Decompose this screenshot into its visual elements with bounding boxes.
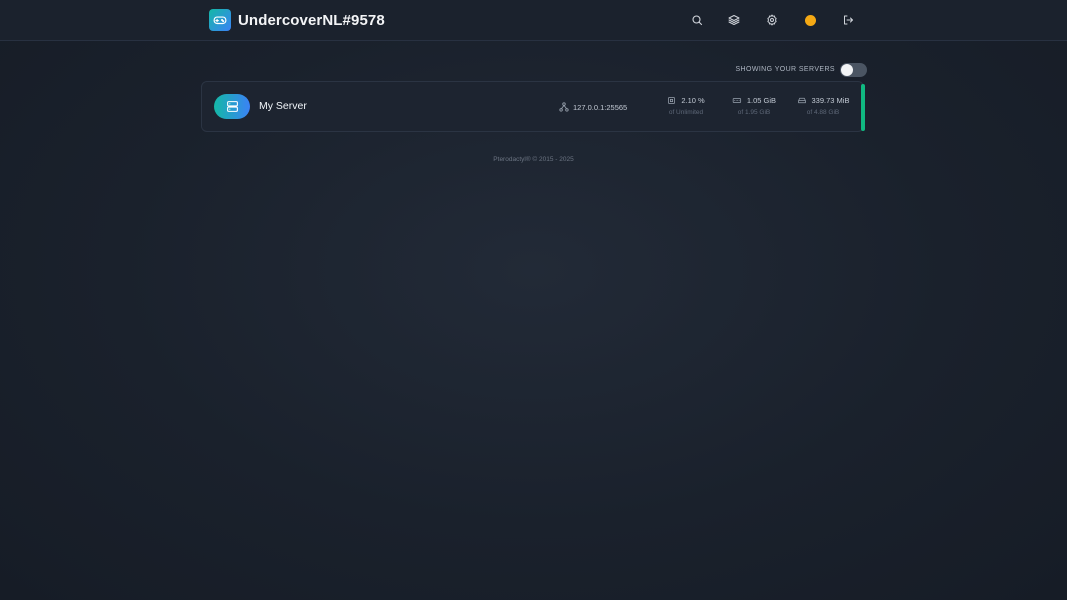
show-all-servers-toggle[interactable]	[840, 62, 867, 77]
server-icon	[214, 94, 250, 119]
search-icon[interactable]	[687, 10, 707, 30]
disk-stat: 339.73 MiB of 4.88 GiB	[796, 96, 850, 116]
disk-limit: of 4.88 GiB	[806, 109, 840, 116]
disk-icon	[797, 97, 806, 104]
server-address-text: 127.0.0.1:25565	[573, 102, 628, 112]
footer-copyright: Pterodactyl® © 2015 - 2025	[493, 156, 574, 163]
server-row[interactable]: My Server 127.0.0.1:25565 2.10 % of Unli…	[201, 81, 865, 132]
cpu-stat: 2.10 % of Unlimited	[664, 96, 708, 116]
cpu-value: 2.10 %	[681, 96, 705, 105]
memory-limit: of 1.95 GiB	[737, 109, 771, 116]
cpu-limit: of Unlimited	[668, 109, 704, 116]
disk-value: 339.73 MiB	[811, 96, 850, 105]
memory-icon	[732, 98, 742, 103]
toggle-knob	[841, 63, 853, 76]
memory-value: 1.05 GiB	[746, 96, 776, 105]
brand[interactable]: UndercoverNL#9578	[209, 9, 385, 31]
cpu-icon	[668, 97, 676, 104]
memory-stat: 1.05 GiB of 1.95 GiB	[732, 96, 776, 116]
layers-icon[interactable]	[724, 10, 744, 30]
server-status-indicator	[861, 84, 865, 131]
toggle-label: SHOWING YOUR SERVERS	[735, 66, 835, 73]
logout-icon[interactable]	[838, 10, 858, 30]
gamepad-icon	[209, 9, 231, 31]
server-filter-toggle-row: SHOWING YOUR SERVERS	[735, 62, 867, 77]
avatar[interactable]	[800, 10, 820, 30]
gear-icon[interactable]	[762, 10, 782, 30]
avatar-circle	[804, 14, 816, 26]
top-navigation-bar: UndercoverNL#9578	[0, 0, 1067, 41]
server-name: My Server	[259, 100, 307, 112]
app-name: UndercoverNL#9578	[238, 11, 385, 29]
network-icon	[559, 102, 569, 112]
server-address: 127.0.0.1:25565	[559, 102, 627, 112]
